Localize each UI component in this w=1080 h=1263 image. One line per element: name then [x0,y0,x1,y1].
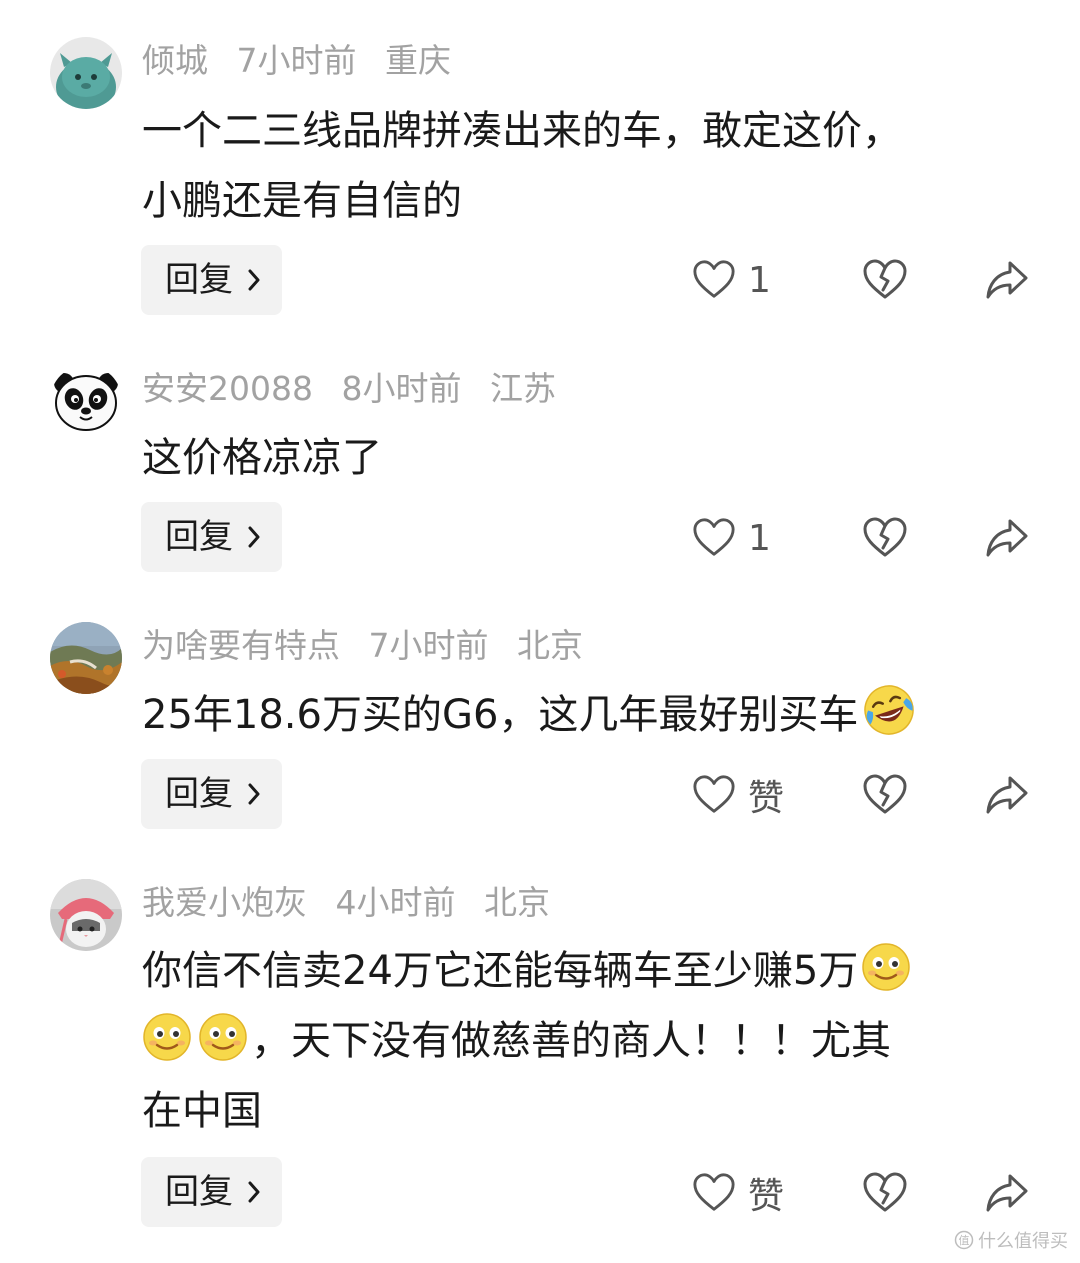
landscape-photo-avatar-icon [50,622,122,694]
broken-heart-icon[interactable] [862,1170,908,1216]
comment-time: 7小时前 [368,626,489,665]
reply-label: 回复 [165,1172,233,1212]
reply-label: 回复 [165,260,233,300]
comment-time: 4小时前 [335,883,456,922]
comment-text-segment: ，天下没有做慈善的商人！！！尤其 [251,1018,891,1064]
smile-emoji-icon [861,942,911,992]
share-icon[interactable] [984,515,1030,561]
comment-location: 北京 [484,883,550,922]
share-icon[interactable] [984,1170,1030,1216]
like-count: 赞 [748,1176,785,1217]
comment-location: 江苏 [489,369,556,408]
comment-meta: 倾城 7小时前 重庆 [142,36,469,86]
comment-text-line: 25年18.6万买的G6，这几年最好别买车 [142,680,1022,750]
comment-text-line: ，天下没有做慈善的商人！！！尤其 [142,1006,1022,1076]
reply-button[interactable]: 回复 [141,245,282,315]
comment-text-line: 小鹏还是有自信的 [142,178,462,224]
chevron-right-icon [248,1181,260,1203]
heart-icon [692,773,736,817]
broken-heart-icon[interactable] [862,515,908,561]
user-avatar[interactable] [50,365,122,437]
heart-icon [692,258,736,302]
like-button[interactable]: 1 [692,250,771,310]
watermark-text: 什么值得买 [978,1231,1068,1252]
broken-heart-icon[interactable] [862,257,908,303]
reply-button[interactable]: 回复 [141,759,282,829]
share-icon[interactable] [984,772,1030,818]
like-count: 1 [748,517,771,559]
user-avatar[interactable] [50,622,122,694]
username[interactable]: 安安20088 [142,369,313,408]
smile-emoji-icon [198,1012,248,1062]
user-avatar[interactable] [50,37,122,109]
username[interactable]: 倾城 [142,41,208,80]
comment-time: 7小时前 [236,41,357,80]
reply-label: 回复 [165,517,233,557]
comment-text: 一个二三线品牌拼凑出来的车，敢定这价， 小鹏还是有自信的 [142,96,1022,236]
heart-icon [692,1171,736,1215]
broken-heart-icon[interactable] [862,772,908,818]
panda-avatar-icon [50,365,122,437]
like-button[interactable]: 赞 [692,765,784,825]
like-button[interactable]: 1 [692,508,771,568]
reply-label: 回复 [165,774,233,814]
like-button[interactable]: 赞 [692,1163,784,1223]
reply-button[interactable]: 回复 [141,1157,282,1227]
watermark: 值 什么值得买 [954,1227,1068,1253]
watermark-logo-icon: 值 [954,1230,974,1250]
like-count: 赞 [748,778,785,819]
like-count: 1 [748,259,771,301]
chevron-right-icon [248,783,260,805]
comment-text-line: 一个二三线品牌拼凑出来的车，敢定这价， [142,108,902,154]
reply-button[interactable]: 回复 [141,502,282,572]
user-avatar[interactable] [50,879,122,951]
comment-text: 这价格凉凉了 [142,423,1022,493]
smile-emoji-icon [142,1012,192,1062]
chevron-right-icon [248,269,260,291]
comment-meta: 为啥要有特点 7小时前 北京 [142,621,601,671]
comment-text-line: 你信不信卖24万它还能每辆车至少赚5万 [142,936,1022,1006]
share-icon[interactable] [984,257,1030,303]
username[interactable]: 我爱小炮灰 [142,883,307,922]
laughing-crying-emoji-icon [861,682,917,738]
comment-text: 你信不信卖24万它还能每辆车至少赚5万 ，天下没有做慈善的商人！！！尤其 在中国 [142,936,1022,1146]
comment-location: 重庆 [385,41,451,80]
green-monster-avatar-icon [50,37,122,109]
cat-photo-avatar-icon [50,879,122,951]
username[interactable]: 为啥要有特点 [142,626,340,665]
svg-text:值: 值 [959,1234,970,1247]
chevron-right-icon [248,526,260,548]
comment-text-line: 这价格凉凉了 [142,435,382,481]
comment-text-line: 在中国 [142,1088,262,1134]
comment-text-segment: 你信不信卖24万它还能每辆车至少赚5万 [142,948,859,994]
heart-icon [692,516,736,560]
comment-time: 8小时前 [341,369,462,408]
comment-meta: 安安20088 8小时前 江苏 [142,364,574,414]
comment-text-segment: 25年18.6万买的G6，这几年最好别买车 [142,692,859,738]
comment-text: 25年18.6万买的G6，这几年最好别买车 [142,680,1022,750]
comment-location: 北京 [517,626,583,665]
comment-meta: 我爱小炮灰 4小时前 北京 [142,878,568,928]
